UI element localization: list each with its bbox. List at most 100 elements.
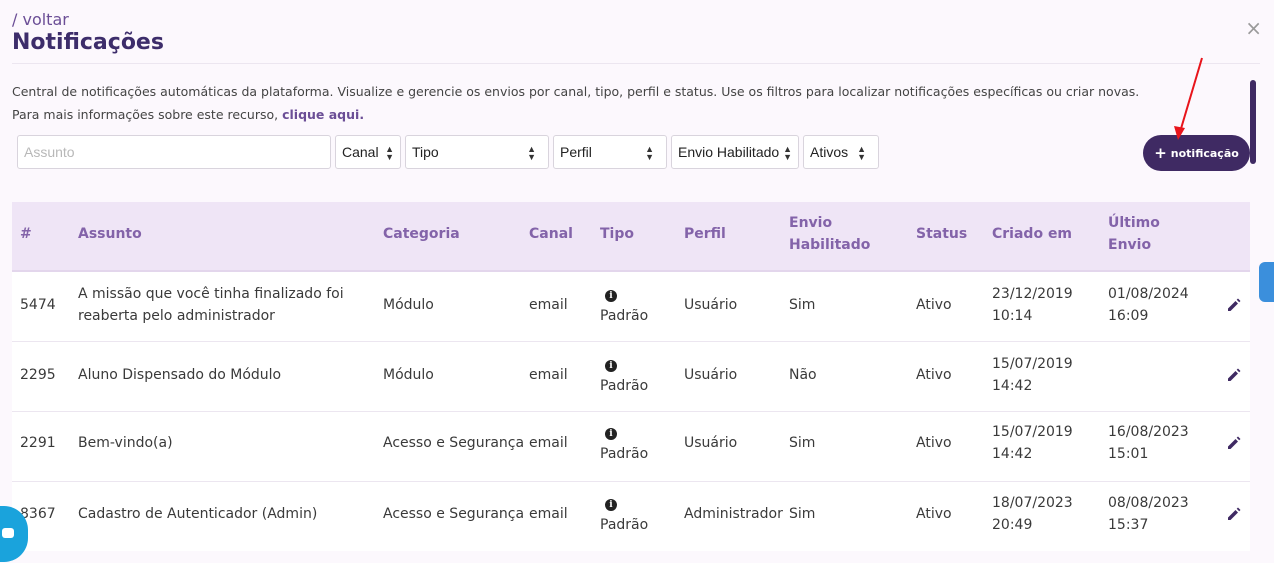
row-tipo-label: Padrão xyxy=(600,378,649,394)
row-ultimo: 16/08/2023 15:01 xyxy=(1108,421,1189,465)
row-assunto: Cadastro de Autenticador (Admin) xyxy=(78,506,318,522)
chat-icon xyxy=(2,528,14,538)
row-ultimo-time: 16:09 xyxy=(1108,308,1149,324)
row-assunto-line2: reaberta pelo administrador xyxy=(78,308,275,324)
sort-arrows-icon: ▲ ▼ xyxy=(645,144,654,162)
back-link[interactable]: / voltar xyxy=(12,10,69,29)
canal-select[interactable]: Canal ▲ ▼ xyxy=(335,135,401,169)
col-status[interactable]: Status xyxy=(916,223,967,245)
col-id: # xyxy=(20,226,32,242)
help-link[interactable]: clique aqui. xyxy=(282,107,364,122)
col-ultimo[interactable]: Último Envio xyxy=(1108,212,1160,256)
col-envio-line1: Envio xyxy=(789,215,833,231)
side-feedback-tab[interactable] xyxy=(1259,262,1274,302)
table-row[interactable]: 5474 A missão que você tinha finalizado … xyxy=(12,272,1250,342)
envio-select-value: Envio Habilitado xyxy=(678,144,780,160)
envio-select[interactable]: Envio Habilitado ▲ ▼ xyxy=(671,135,799,169)
row-criado-time: 14:42 xyxy=(992,378,1033,394)
row-categoria: Acesso e Segurança xyxy=(383,506,525,522)
perfil-select[interactable]: Perfil ▲ ▼ xyxy=(553,135,667,169)
row-assunto: A missão que você tinha finalizado foi r… xyxy=(78,283,344,327)
row-id: 2291 xyxy=(20,435,56,451)
sort-arrows-icon: ▲ ▼ xyxy=(385,144,394,162)
row-envio: Sim xyxy=(789,506,816,522)
sort-arrows-icon: ▲ ▼ xyxy=(783,144,792,162)
col-criado[interactable]: Criado em xyxy=(992,223,1072,245)
edit-icon[interactable] xyxy=(1226,506,1242,522)
col-ultimo-line1: Último xyxy=(1108,215,1160,231)
sort-arrows-icon: ▲ ▼ xyxy=(857,144,866,162)
row-status: Ativo xyxy=(916,367,952,383)
row-assunto: Aluno Dispensado do Módulo xyxy=(78,367,282,383)
row-categoria: Acesso e Segurança xyxy=(383,435,525,451)
col-perfil[interactable]: Perfil xyxy=(684,223,726,245)
close-icon[interactable]: × xyxy=(1245,16,1262,40)
tipo-select-value: Tipo xyxy=(412,144,439,160)
page-title: Notificações xyxy=(12,30,164,55)
page-description: Central de notificações automáticas da p… xyxy=(12,80,1139,126)
info-icon[interactable]: i xyxy=(605,290,617,302)
canal-select-value: Canal xyxy=(342,144,379,160)
row-ultimo: 01/08/2024 16:09 xyxy=(1108,283,1189,327)
header-divider xyxy=(12,63,1260,64)
row-categoria: Módulo xyxy=(383,367,434,383)
row-envio: Não xyxy=(789,367,817,383)
info-icon[interactable]: i xyxy=(605,428,617,440)
row-canal: email xyxy=(529,297,568,313)
status-select-value: Ativos xyxy=(810,144,849,160)
table-row[interactable]: 2295 Aluno Dispensado do Módulo Módulo e… xyxy=(12,342,1250,412)
search-input[interactable]: Assunto xyxy=(17,135,331,169)
row-tipo: i Padrão xyxy=(600,421,648,465)
row-ultimo-date: 16/08/2023 xyxy=(1108,424,1189,440)
row-ultimo-time: 15:37 xyxy=(1108,517,1149,533)
row-perfil: Usuário xyxy=(684,435,738,451)
row-criado-time: 14:42 xyxy=(992,446,1033,462)
col-ultimo-line2: Envio xyxy=(1108,237,1152,253)
row-status: Ativo xyxy=(916,506,952,522)
row-id: 2295 xyxy=(20,367,56,383)
row-tipo: i Padrão xyxy=(600,492,648,536)
row-canal: email xyxy=(529,367,568,383)
tipo-select[interactable]: Tipo ▲ ▼ xyxy=(405,135,549,169)
row-ultimo-date: 01/08/2024 xyxy=(1108,286,1189,302)
col-envio[interactable]: Envio Habilitado xyxy=(789,212,870,256)
row-tipo: i Padrão xyxy=(600,353,648,397)
info-icon[interactable]: i xyxy=(605,499,617,511)
new-notification-label: notificação xyxy=(1170,146,1239,160)
row-criado-date: 18/07/2023 xyxy=(992,495,1073,511)
scrollbar[interactable] xyxy=(1250,80,1256,164)
row-canal: email xyxy=(529,435,568,451)
row-assunto-line1: A missão que você tinha finalizado foi xyxy=(78,286,344,302)
edit-icon[interactable] xyxy=(1226,297,1242,313)
table-header: # Assunto Categoria Canal Tipo Perfil En… xyxy=(12,202,1250,272)
row-categoria: Módulo xyxy=(383,297,434,313)
row-criado: 15/07/2019 14:42 xyxy=(992,353,1073,397)
row-tipo: i Padrão xyxy=(600,283,648,327)
info-icon[interactable]: i xyxy=(605,360,617,372)
row-perfil: Administrador xyxy=(684,506,783,522)
row-envio: Sim xyxy=(789,297,816,313)
row-criado-date: 23/12/2019 xyxy=(992,286,1073,302)
status-select[interactable]: Ativos ▲ ▼ xyxy=(803,135,879,169)
edit-icon[interactable] xyxy=(1226,435,1242,451)
table-row[interactable]: 8367 Cadastro de Autenticador (Admin) Ac… xyxy=(12,482,1250,551)
sort-arrows-icon: ▲ ▼ xyxy=(527,144,536,162)
row-canal: email xyxy=(529,506,568,522)
row-criado: 15/07/2019 14:42 xyxy=(992,421,1073,465)
col-tipo[interactable]: Tipo xyxy=(600,223,634,245)
description-line-2: Para mais informações sobre este recurso… xyxy=(12,103,1139,126)
row-envio: Sim xyxy=(789,435,816,451)
row-criado-date: 15/07/2019 xyxy=(992,356,1073,372)
col-assunto[interactable]: Assunto xyxy=(78,223,142,245)
col-envio-line2: Habilitado xyxy=(789,237,871,253)
row-id: 5474 xyxy=(20,297,56,313)
row-assunto: Bem-vindo(a) xyxy=(78,435,173,451)
new-notification-button[interactable]: + notificação xyxy=(1143,135,1250,171)
edit-icon[interactable] xyxy=(1226,367,1242,383)
row-ultimo: 08/08/2023 15:37 xyxy=(1108,492,1189,536)
table-row[interactable]: 2291 Bem-vindo(a) Acesso e Segurança ema… xyxy=(12,412,1250,482)
row-criado: 23/12/2019 10:14 xyxy=(992,283,1073,327)
description-line-1: Central de notificações automáticas da p… xyxy=(12,84,1140,99)
col-canal[interactable]: Canal xyxy=(529,223,573,245)
col-categoria[interactable]: Categoria xyxy=(383,223,460,245)
